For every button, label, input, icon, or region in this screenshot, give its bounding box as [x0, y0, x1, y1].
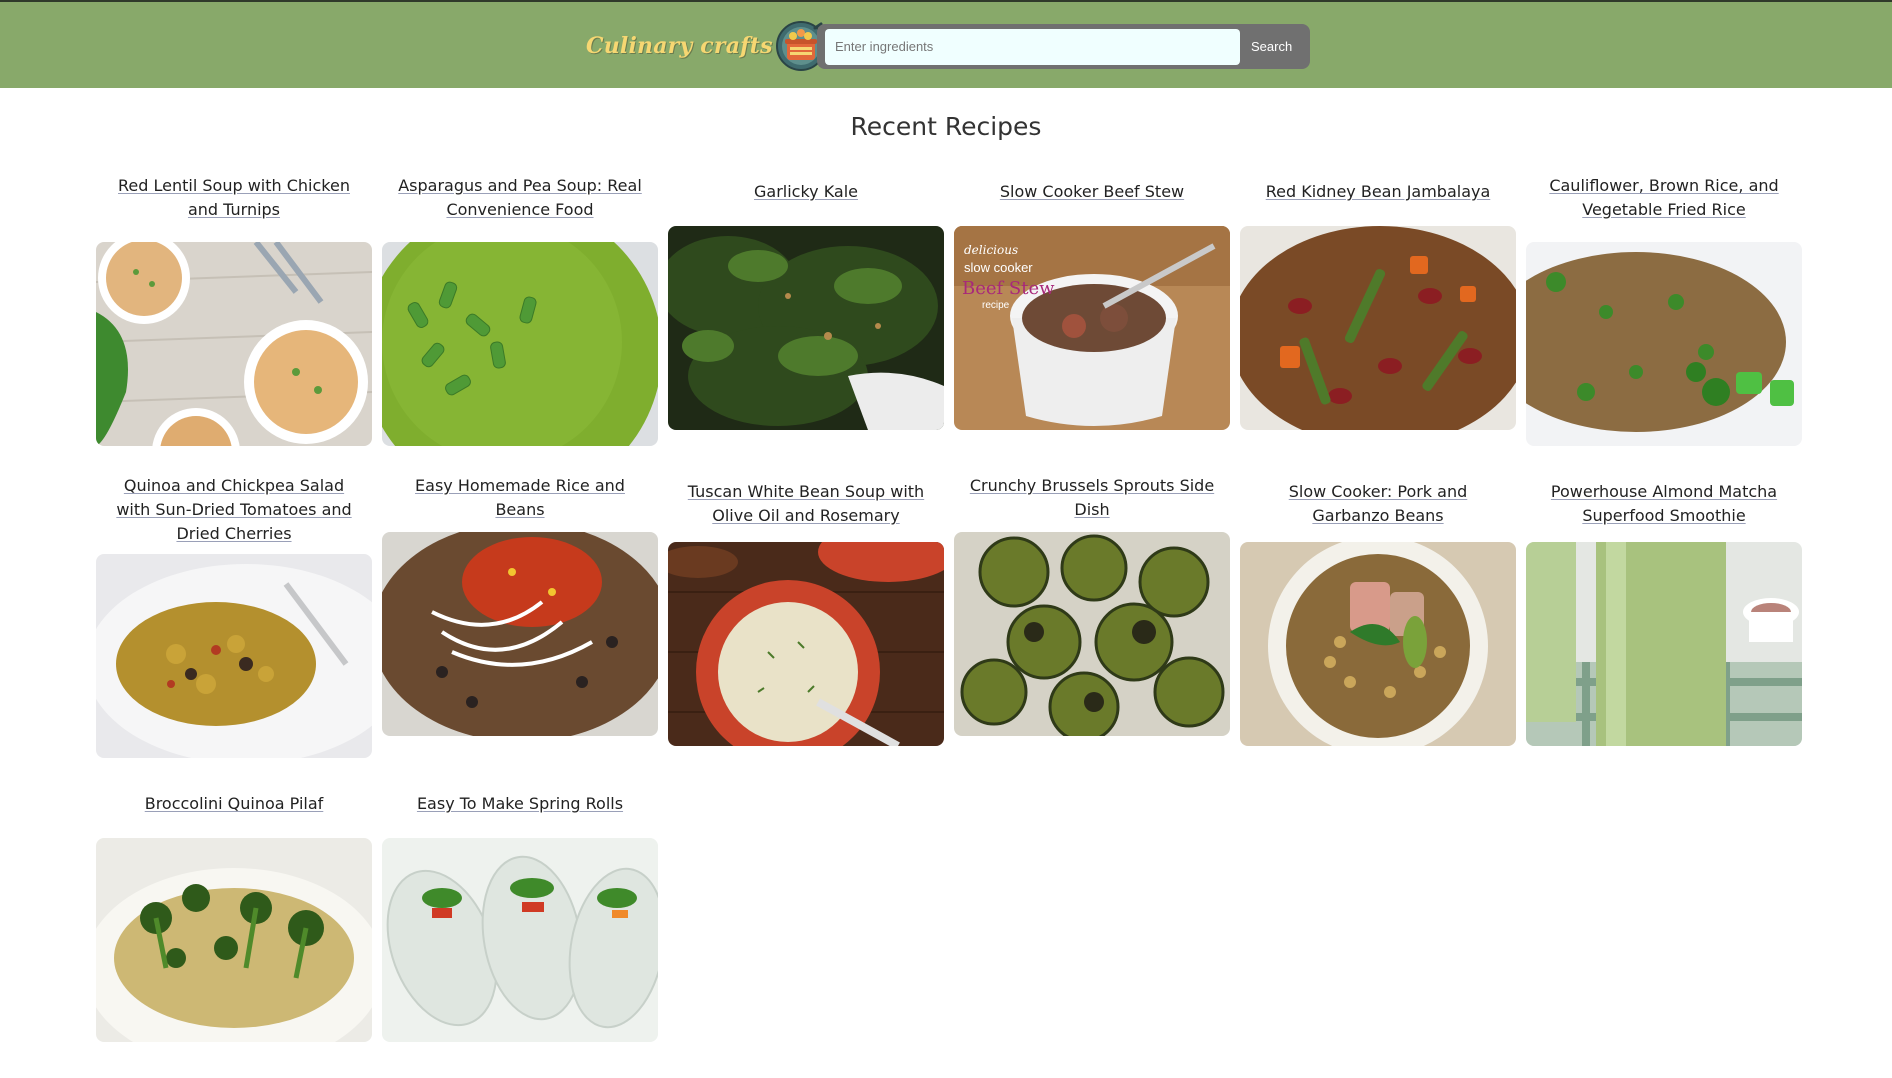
overlay-text-slow-cooker: slow cooker — [964, 260, 1033, 275]
recipe-grid: Red Lentil Soup with Chicken and Turnips… — [96, 160, 1802, 1078]
recipe-title-link[interactable]: Crunchy Brussels Sprouts Side Dish — [954, 474, 1230, 522]
recipe-image-brussels-sprouts[interactable] — [954, 532, 1230, 736]
recipe-image-kale[interactable] — [668, 226, 944, 430]
overlay-text-recipe: recipe — [982, 300, 1010, 311]
recipe-title-link[interactable]: Broccolini Quinoa Pilaf — [135, 792, 334, 816]
recipe-image-white-bean-soup[interactable] — [668, 542, 944, 746]
recipe-card: Tuscan White Bean Soup with Olive Oil an… — [668, 466, 944, 772]
recipe-title-link[interactable]: Easy To Make Spring Rolls — [407, 792, 633, 816]
ingredients-search-input[interactable] — [825, 28, 1240, 65]
recipe-card: Quinoa and Chickpea Salad with Sun-Dried… — [96, 466, 372, 772]
search-button[interactable]: Search — [1243, 32, 1301, 61]
recipe-title-link[interactable]: Slow Cooker: Pork and Garbanzo Beans — [1240, 480, 1516, 528]
recipe-image-pea-soup[interactable] — [382, 242, 658, 446]
recipe-image-quinoa-salad[interactable] — [96, 554, 372, 758]
recipe-card: Asparagus and Pea Soup: Real Convenience… — [382, 160, 658, 466]
recipe-title-link[interactable]: Tuscan White Bean Soup with Olive Oil an… — [668, 480, 944, 528]
recipe-image-rice-beans[interactable] — [382, 532, 658, 736]
recipe-card: Slow Cooker: Pork and Garbanzo Beans — [1240, 466, 1516, 772]
recipe-title-link[interactable]: Easy Homemade Rice and Beans — [382, 474, 658, 522]
recipe-card: Powerhouse Almond Matcha Superfood Smoot… — [1526, 466, 1802, 772]
recipe-image-jambalaya[interactable] — [1240, 226, 1516, 430]
brand-name: Culinary crafts — [586, 33, 773, 59]
recipe-card: Red Kidney Bean Jambalaya — [1240, 160, 1516, 466]
recipe-image-spring-rolls[interactable] — [382, 838, 658, 1042]
recipe-image-pork-garbanzo[interactable] — [1240, 542, 1516, 746]
recipe-title-link[interactable]: Garlicky Kale — [744, 180, 868, 204]
search-bar: Search — [817, 24, 1310, 69]
recipe-title-link[interactable]: Slow Cooker Beef Stew — [990, 180, 1194, 204]
recipe-title-link[interactable]: Red Lentil Soup with Chicken and Turnips — [96, 174, 372, 222]
recipe-image-beef-stew[interactable]: delicious slow cooker Beef Stew recipe — [954, 226, 1230, 430]
recipe-title-link[interactable]: Red Kidney Bean Jambalaya — [1256, 180, 1501, 204]
overlay-text-delicious: delicious — [964, 243, 1018, 257]
recipe-image-fried-rice[interactable] — [1526, 242, 1802, 446]
recipe-card: Garlicky Kale — [668, 160, 944, 466]
brand-logo[interactable]: Culinary crafts — [586, 20, 827, 72]
recipe-title-link[interactable]: Powerhouse Almond Matcha Superfood Smoot… — [1526, 480, 1802, 528]
recipe-title-link[interactable]: Asparagus and Pea Soup: Real Convenience… — [382, 174, 658, 222]
site-header: Culinary crafts Search — [0, 2, 1892, 88]
recipe-card: Cauliflower, Brown Rice, and Vegetable F… — [1526, 160, 1802, 466]
page-title: Recent Recipes — [850, 112, 1042, 141]
recipe-card: Slow Cooker Beef Stew delicious slow coo… — [954, 160, 1230, 466]
recipe-title-link[interactable]: Cauliflower, Brown Rice, and Vegetable F… — [1526, 174, 1802, 222]
overlay-text-beef-stew: Beef Stew — [962, 278, 1055, 299]
recipe-card: Crunchy Brussels Sprouts Side Dish — [954, 466, 1230, 772]
recipe-image-broccolini-pilaf[interactable] — [96, 838, 372, 1042]
recipe-card: Broccolini Quinoa Pilaf — [96, 772, 372, 1078]
recipe-card: Easy Homemade Rice and Beans — [382, 466, 658, 772]
recipe-image-lentil-soup[interactable] — [96, 242, 372, 446]
recipe-title-link[interactable]: Quinoa and Chickpea Salad with Sun-Dried… — [96, 474, 372, 546]
recipe-image-matcha-smoothie[interactable] — [1526, 542, 1802, 746]
recipe-card: Easy To Make Spring Rolls — [382, 772, 658, 1078]
recipe-card: Red Lentil Soup with Chicken and Turnips — [96, 160, 372, 466]
